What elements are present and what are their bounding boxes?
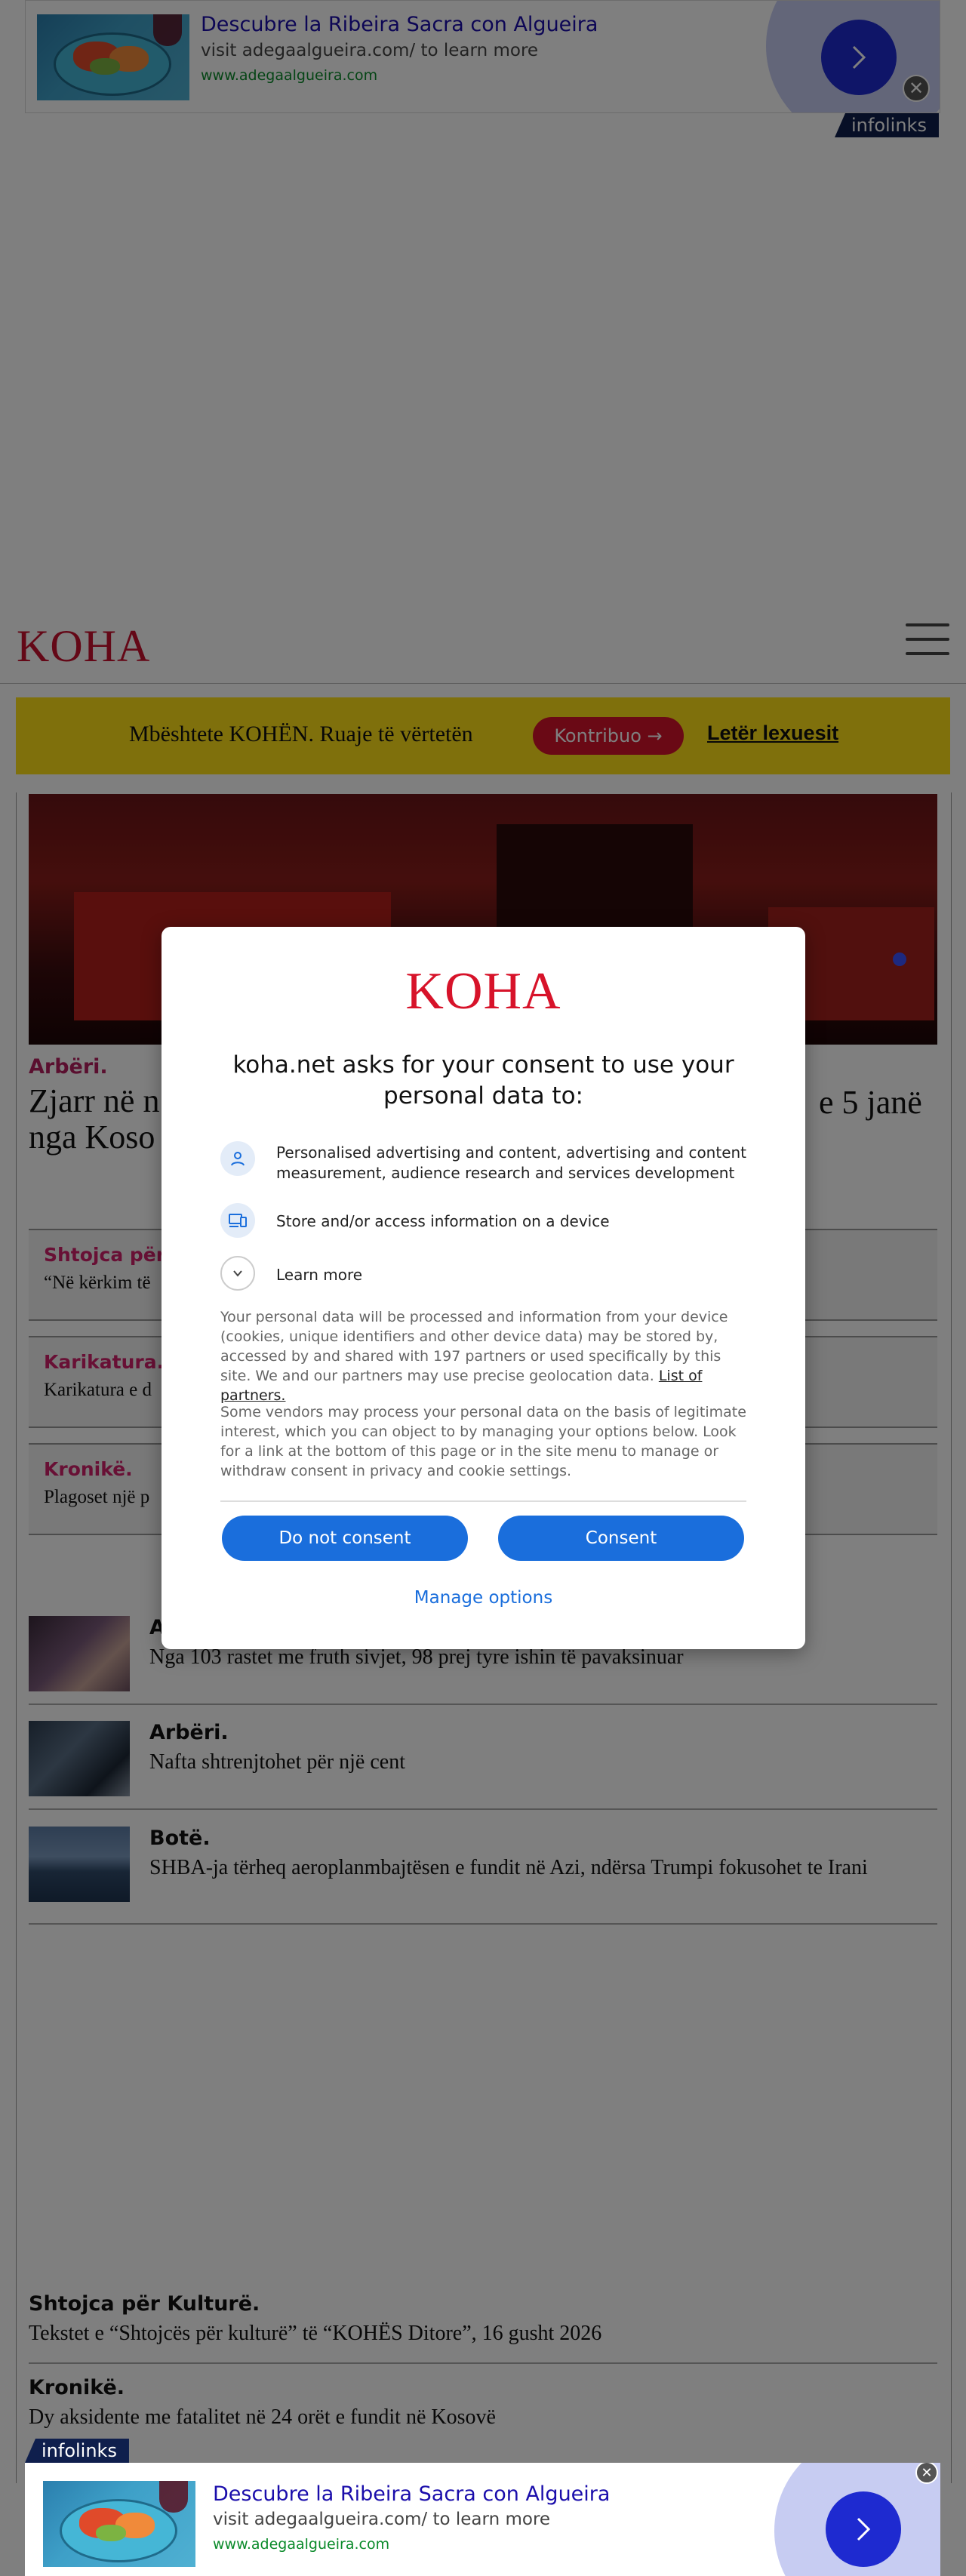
consent-paragraph-2: Some vendors may process your personal d… <box>220 1404 746 1479</box>
chevron-down-icon[interactable] <box>220 1256 255 1291</box>
ad-arrow-button[interactable] <box>826 2491 901 2567</box>
consent-paragraph-1-text: Your personal data will be processed and… <box>220 1309 728 1384</box>
consent-divider <box>220 1500 746 1502</box>
ad-image[interactable] <box>43 2481 195 2567</box>
manage-options-link[interactable]: Manage options <box>162 1588 805 1608</box>
consent-dialog: KOHA koha.net asks for your consent to u… <box>162 927 805 1649</box>
ad-description: visit adegaalgueira.com/ to learn more <box>213 2510 551 2529</box>
ad-url[interactable]: www.adegaalgueira.com <box>213 2536 389 2553</box>
person-icon <box>220 1141 255 1176</box>
consent-paragraph-1: Your personal data will be processed and… <box>220 1307 749 1405</box>
devices-icon <box>220 1203 255 1238</box>
bottom-ad-banner[interactable]: Descubre la Ribeira Sacra con Algueira v… <box>25 2463 940 2576</box>
purpose-text: Store and/or access information on a dev… <box>276 1212 610 1230</box>
purpose-text: Personalised advertising and content, ad… <box>276 1143 747 1182</box>
ad-title[interactable]: Descubre la Ribeira Sacra con Algueira <box>213 2482 610 2506</box>
consent-title: koha.net asks for your consent to use yo… <box>232 1051 734 1109</box>
learn-more-toggle[interactable]: Learn more <box>276 1265 759 1285</box>
infolinks-badge[interactable]: infolinks <box>25 2439 129 2463</box>
consent-logo: KOHA <box>405 962 561 1020</box>
consent-button[interactable]: Consent <box>498 1516 744 1561</box>
do-not-consent-button[interactable]: Do not consent <box>222 1516 468 1561</box>
chevron-right-icon <box>857 2517 871 2541</box>
